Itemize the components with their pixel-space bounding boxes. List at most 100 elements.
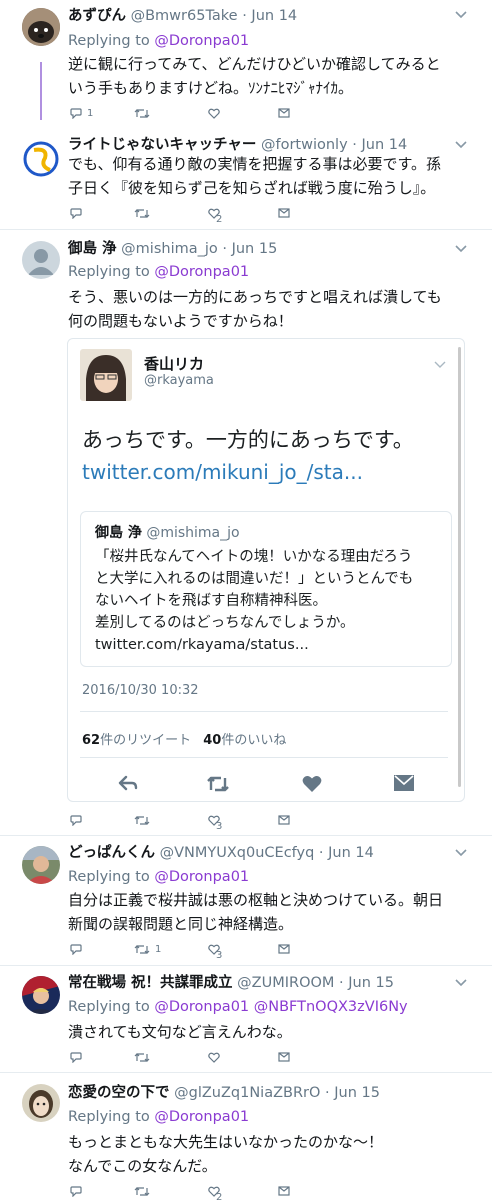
handle-and-date[interactable]: @mishima_jo · Jun 15 xyxy=(121,241,277,257)
tweet[interactable]: 恋愛の空の下で @glZuZq1NiaZBRrO · Jun 15 Replyi… xyxy=(0,1074,492,1203)
dm-button[interactable] xyxy=(278,1186,290,1196)
envelope-icon xyxy=(278,108,290,118)
embed-text: あっちです。一方的にあっちです。 xyxy=(82,428,414,452)
avatar[interactable] xyxy=(22,241,60,279)
embed-actions xyxy=(68,773,464,795)
like-button[interactable] xyxy=(208,108,220,119)
envelope-icon[interactable] xyxy=(394,775,414,791)
handle-and-date[interactable]: @ZUMIROOM · Jun 15 xyxy=(237,975,394,991)
handle-and-date[interactable]: @fortwionly · Jun 14 xyxy=(261,137,407,153)
handle-and-date[interactable]: @Bmwr65Take · Jun 14 xyxy=(131,8,298,24)
retweet-button[interactable] xyxy=(134,1052,150,1063)
tweet[interactable]: ライトじゃないキャッチャー @fortwionly · Jun 14 でも、仰有… xyxy=(0,128,492,230)
display-name[interactable]: どっぱんくん xyxy=(68,845,155,861)
dm-button[interactable] xyxy=(278,815,290,825)
heart-icon xyxy=(208,108,220,119)
retweet-button[interactable] xyxy=(134,108,150,119)
tweet-text-line: 自分は正義で桜井誠は悪の枢軸と決めつけている。朝日 xyxy=(68,891,444,909)
tweet-header: 御島 浄 @mishima_jo · Jun 15 xyxy=(68,240,452,258)
tweet-actions: 2 xyxy=(68,208,452,225)
like-button[interactable] xyxy=(208,1052,220,1063)
tweet[interactable]: あずぴん @Bmwr65Take · Jun 14 Replying to @D… xyxy=(0,0,492,128)
embed-avatar[interactable] xyxy=(80,349,132,401)
quote-text-line: 「桜井氏なんてヘイトの塊！いかなる理由だろう xyxy=(95,549,413,565)
replying-prefix: Replying to xyxy=(68,33,155,49)
display-name[interactable]: 常在戦場 祝！共謀罪成立 xyxy=(68,975,233,991)
retweet-button[interactable] xyxy=(134,208,150,219)
reply-button[interactable] xyxy=(70,208,82,219)
avatar[interactable] xyxy=(22,140,60,178)
quote-link[interactable]: twitter.com/rkayama/status... xyxy=(95,634,413,656)
embedded-tweet[interactable]: 香山リカ @rkayama あっちです。一方的にあっちです。 twitter.c… xyxy=(67,338,465,802)
reply-button[interactable] xyxy=(70,1052,82,1063)
retweet-button[interactable] xyxy=(134,815,150,826)
reply-arrow-icon[interactable] xyxy=(118,775,138,791)
retweet-icon[interactable] xyxy=(206,775,230,793)
handle-and-date[interactable]: @glZuZq1NiaZBRrO · Jun 15 xyxy=(174,1085,380,1101)
quote-handle[interactable]: @mishima_jo xyxy=(146,525,239,541)
reply-icon xyxy=(70,108,82,119)
envelope-icon xyxy=(278,1052,290,1062)
display-name[interactable]: あずぴん xyxy=(68,8,126,24)
retweet-button[interactable]: 1 xyxy=(134,944,161,955)
replying-to: Replying to @Doronpa01 xyxy=(68,32,249,50)
dm-button[interactable] xyxy=(278,108,290,118)
like-count: 3 xyxy=(216,821,222,832)
display-name[interactable]: 御島 浄 xyxy=(68,241,117,257)
retweets-stat[interactable]: 62件のリツイート xyxy=(82,733,191,748)
tweet-text-line: 新聞の誤報問題と同じ神経構造。 xyxy=(68,915,294,933)
tweet-text: 逆に観に行ってみて、どんだけひどいか確認してみると いう手もありますけどね。ｿﾝ… xyxy=(68,52,476,100)
chevron-down-icon[interactable] xyxy=(454,10,468,20)
like-count: 2 xyxy=(216,214,222,225)
embed-name[interactable]: 香山リカ xyxy=(144,353,204,374)
mention-link[interactable]: @Doronpa01 xyxy=(154,1109,249,1125)
tweet-text-line: 潰されても文句など言えんわな。 xyxy=(68,1023,292,1041)
dm-button[interactable] xyxy=(278,1052,290,1062)
avatar[interactable] xyxy=(22,8,60,46)
tweet[interactable]: 常在戦場 祝！共謀罪成立 @ZUMIROOM · Jun 15 Replying… xyxy=(0,966,492,1073)
retweets-label: 件のリツイート xyxy=(100,733,192,748)
chevron-down-icon[interactable] xyxy=(454,848,468,858)
display-name[interactable]: 恋愛の空の下で xyxy=(68,1085,170,1101)
reply-button[interactable] xyxy=(70,815,82,826)
reply-icon xyxy=(70,1186,82,1197)
avatar[interactable] xyxy=(22,976,60,1014)
heart-icon[interactable] xyxy=(302,775,322,793)
embed-timestamp[interactable]: 2016/10/30 10:32 xyxy=(82,683,199,698)
mention-link[interactable]: @Doronpa01 xyxy=(154,869,249,885)
display-name[interactable]: ライトじゃないキャッチャー xyxy=(68,137,256,153)
chevron-down-icon[interactable] xyxy=(454,244,468,254)
replying-prefix: Replying to xyxy=(68,1109,155,1125)
tweet-text: 潰されても文句など言えんわな。 xyxy=(68,1020,476,1044)
likes-stat[interactable]: 40件のいいね xyxy=(203,733,286,748)
embed-handle[interactable]: @rkayama xyxy=(144,373,214,388)
reply-icon xyxy=(70,1052,82,1063)
chevron-down-icon[interactable] xyxy=(454,978,468,988)
replying-prefix: Replying to xyxy=(68,999,155,1015)
dm-button[interactable] xyxy=(278,208,290,218)
dm-button[interactable] xyxy=(278,944,290,954)
retweet-icon xyxy=(134,1187,150,1196)
reply-button[interactable] xyxy=(70,1186,82,1197)
embed-link[interactable]: twitter.com/mikuni_jo_/sta... xyxy=(82,457,363,487)
handle-and-date[interactable]: @VNMYUXq0uCEcfyq · Jun 14 xyxy=(160,845,374,861)
mention-link[interactable]: @Doronpa01 xyxy=(154,33,249,49)
quoted-tweet[interactable]: 御島 浄 @mishima_jo 「桜井氏なんてヘイトの塊！いかなる理由だろう … xyxy=(80,511,452,667)
chevron-down-icon[interactable] xyxy=(454,140,468,150)
tweet[interactable]: どっぱんくん @VNMYUXq0uCEcfyq · Jun 14 Replyin… xyxy=(0,836,492,966)
reply-button[interactable] xyxy=(70,944,82,955)
tweet-text-line: 逆に観に行ってみて、どんだけひどいか確認してみると xyxy=(68,55,441,73)
tweet-header: 恋愛の空の下で @glZuZq1NiaZBRrO · Jun 15 xyxy=(68,1084,452,1102)
quote-name[interactable]: 御島 浄 xyxy=(95,525,142,541)
quote-header: 御島 浄 @mishima_jo xyxy=(95,522,240,542)
mention-link[interactable]: @Doronpa01 xyxy=(154,264,249,280)
retweet-button[interactable] xyxy=(134,1186,150,1197)
likes-label: 件のいいね xyxy=(221,733,287,748)
avatar[interactable] xyxy=(22,846,60,884)
reply-button[interactable]: 1 xyxy=(70,108,93,119)
mention-links[interactable]: @Doronpa01 @NBFTnOQX3zVI6Ny xyxy=(154,999,407,1015)
avatar[interactable] xyxy=(22,1084,60,1122)
embed-divider xyxy=(80,711,448,712)
chevron-down-icon[interactable] xyxy=(434,361,446,369)
embed-scrollbar[interactable] xyxy=(458,347,461,787)
